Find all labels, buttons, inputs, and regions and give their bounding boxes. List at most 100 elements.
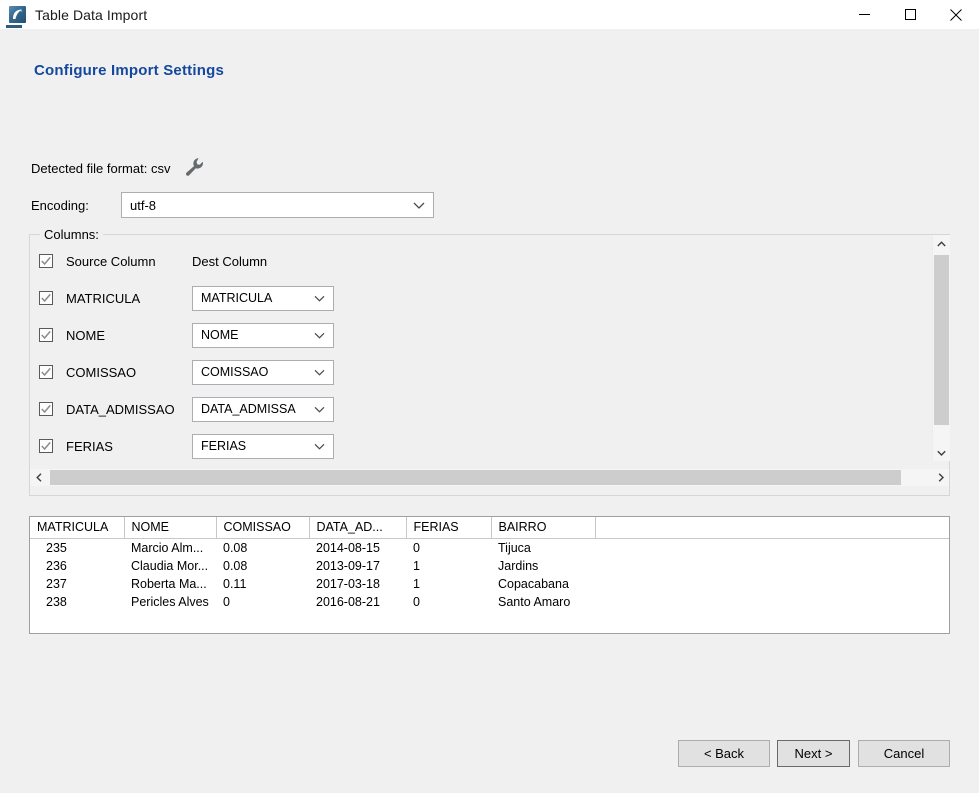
chevron-up-icon[interactable] xyxy=(933,235,950,252)
dest-column-select[interactable]: FERIAS xyxy=(192,433,334,459)
maximize-icon[interactable] xyxy=(887,0,933,29)
cell-comissao: 0.11 xyxy=(223,577,247,591)
window-controls xyxy=(841,0,979,29)
dest-column-value: NOME xyxy=(201,328,239,342)
source-column-name: FERIAS xyxy=(66,438,113,454)
cell-nome: Pericles Alves xyxy=(131,595,209,609)
cell-matricula: 236 xyxy=(46,559,67,573)
preview-col-header[interactable]: FERIAS xyxy=(406,517,492,539)
column-mapping-row: COMISSAO COMISSAO xyxy=(30,353,334,391)
dest-column-value: DATA_ADMISSA xyxy=(201,402,296,416)
chevron-down-icon xyxy=(413,198,425,213)
source-column-name: DATA_ADMISSAO xyxy=(66,401,175,417)
dialog-client-area: Configure Import Settings Detected file … xyxy=(0,29,979,793)
preview-col-header-blank[interactable] xyxy=(595,517,949,539)
cell-data-admissao: 2013-09-17 xyxy=(316,559,380,573)
cell-blank xyxy=(595,557,949,575)
cell-nome: Claudia Mor... xyxy=(131,559,209,573)
preview-col-header[interactable]: BAIRRO xyxy=(491,517,596,539)
cell-data-admissao: 2016-08-21 xyxy=(316,595,380,609)
cell-bairro: Jardins xyxy=(498,559,539,573)
window-title: Table Data Import xyxy=(35,6,148,23)
cell-bairro: Copacabana xyxy=(498,577,569,591)
cell-bairro: Santo Amaro xyxy=(498,595,571,609)
dest-column-select[interactable]: NOME xyxy=(192,322,334,348)
preview-col-header[interactable]: MATRICULA xyxy=(30,517,125,539)
window-left-accent xyxy=(6,25,22,28)
preview-col-header[interactable]: DATA_AD... xyxy=(309,517,407,539)
cell-ferias: 1 xyxy=(413,559,420,573)
cell-ferias: 0 xyxy=(413,541,420,555)
chevron-down-icon xyxy=(314,402,325,416)
column-checkbox[interactable] xyxy=(39,328,53,342)
cell-ferias: 0 xyxy=(413,595,420,609)
page-title: Configure Import Settings xyxy=(34,62,224,79)
source-column-name: COMISSAO xyxy=(66,364,137,380)
column-checkbox[interactable] xyxy=(39,365,53,379)
column-mapping-row: DATA_ADMISSAO DATA_ADMISSA xyxy=(30,390,334,428)
cell-ferias: 1 xyxy=(413,577,420,591)
chevron-down-icon xyxy=(314,328,325,342)
columns-header-row: Source Column Dest Column xyxy=(30,242,267,280)
encoding-value: utf-8 xyxy=(130,197,157,213)
source-column-name: NOME xyxy=(66,327,105,343)
cell-comissao: 0 xyxy=(223,595,230,609)
detected-format-row: Detected file format: csv xyxy=(31,157,205,179)
column-checkbox[interactable] xyxy=(39,402,53,416)
dest-column-header: Dest Column xyxy=(192,253,268,269)
source-column-name: MATRICULA xyxy=(66,290,141,306)
column-checkbox[interactable] xyxy=(39,291,53,305)
table-row[interactable]: 237 Roberta Ma... 0.11 2017-03-18 1 Copa… xyxy=(30,575,949,593)
horizontal-scrollbar-thumb[interactable] xyxy=(50,470,901,485)
select-all-checkbox[interactable] xyxy=(39,254,53,268)
close-icon[interactable] xyxy=(933,0,979,29)
encoding-row: Encoding: utf-8 xyxy=(31,192,434,218)
chevron-down-icon xyxy=(314,365,325,379)
cell-nome: Marcio Alm... xyxy=(131,541,204,555)
cell-matricula: 235 xyxy=(46,541,67,555)
cell-data-admissao: 2017-03-18 xyxy=(316,577,380,591)
columns-list: Source Column Dest Column MATRICULA MATR… xyxy=(30,242,919,480)
vertical-scrollbar-thumb[interactable] xyxy=(934,255,949,425)
workbench-dolphin-icon xyxy=(9,6,26,23)
cell-nome: Roberta Ma... xyxy=(131,577,207,591)
table-row[interactable]: 236 Claudia Mor... 0.08 2013-09-17 1 Jar… xyxy=(30,557,949,575)
chevron-down-icon xyxy=(314,291,325,305)
chevron-down-icon xyxy=(314,439,325,453)
columns-groupbox-legend: Columns: xyxy=(40,227,103,242)
wrench-icon[interactable] xyxy=(184,157,205,179)
cell-data-admissao: 2014-08-15 xyxy=(316,541,380,555)
cell-matricula: 238 xyxy=(46,595,67,609)
cell-bairro: Tijuca xyxy=(498,541,531,555)
cell-blank xyxy=(595,575,949,593)
cell-blank xyxy=(595,539,949,558)
dest-column-select[interactable]: DATA_ADMISSA xyxy=(192,396,334,422)
encoding-select[interactable]: utf-8 xyxy=(121,192,434,218)
columns-vertical-scrollbar[interactable] xyxy=(932,235,950,461)
dest-column-value: MATRICULA xyxy=(201,291,273,305)
back-button[interactable]: < Back xyxy=(678,740,770,767)
dest-column-value: COMISSAO xyxy=(201,365,269,379)
cell-comissao: 0.08 xyxy=(223,541,248,555)
chevron-left-icon[interactable] xyxy=(30,469,47,486)
next-button[interactable]: Next > xyxy=(777,740,850,767)
chevron-down-icon[interactable] xyxy=(933,444,950,461)
columns-horizontal-scrollbar[interactable] xyxy=(30,469,949,486)
window-title-bar: Table Data Import xyxy=(0,0,979,30)
column-mapping-row: FERIAS FERIAS xyxy=(30,427,334,465)
cell-matricula: 237 xyxy=(46,577,67,591)
source-column-header: Source Column xyxy=(66,253,156,269)
chevron-right-icon[interactable] xyxy=(932,469,949,486)
cancel-button[interactable]: Cancel xyxy=(858,740,950,767)
dest-column-select[interactable]: MATRICULA xyxy=(192,285,334,311)
table-row[interactable]: 238 Pericles Alves 0 2016-08-21 0 Santo … xyxy=(30,593,949,611)
minimize-icon[interactable] xyxy=(841,0,887,29)
dest-column-value: FERIAS xyxy=(201,439,247,453)
column-checkbox[interactable] xyxy=(39,439,53,453)
dest-column-select[interactable]: COMISSAO xyxy=(192,359,334,385)
preview-col-header[interactable]: COMISSAO xyxy=(216,517,310,539)
preview-col-header[interactable]: NOME xyxy=(124,517,217,539)
table-row[interactable]: 235 Marcio Alm... 0.08 2014-08-15 0 Tiju… xyxy=(30,539,949,558)
data-preview-table[interactable]: MATRICULA NOME COMISSAO DATA_AD... FERIA… xyxy=(29,516,950,634)
column-mapping-row: MATRICULA MATRICULA xyxy=(30,279,334,317)
